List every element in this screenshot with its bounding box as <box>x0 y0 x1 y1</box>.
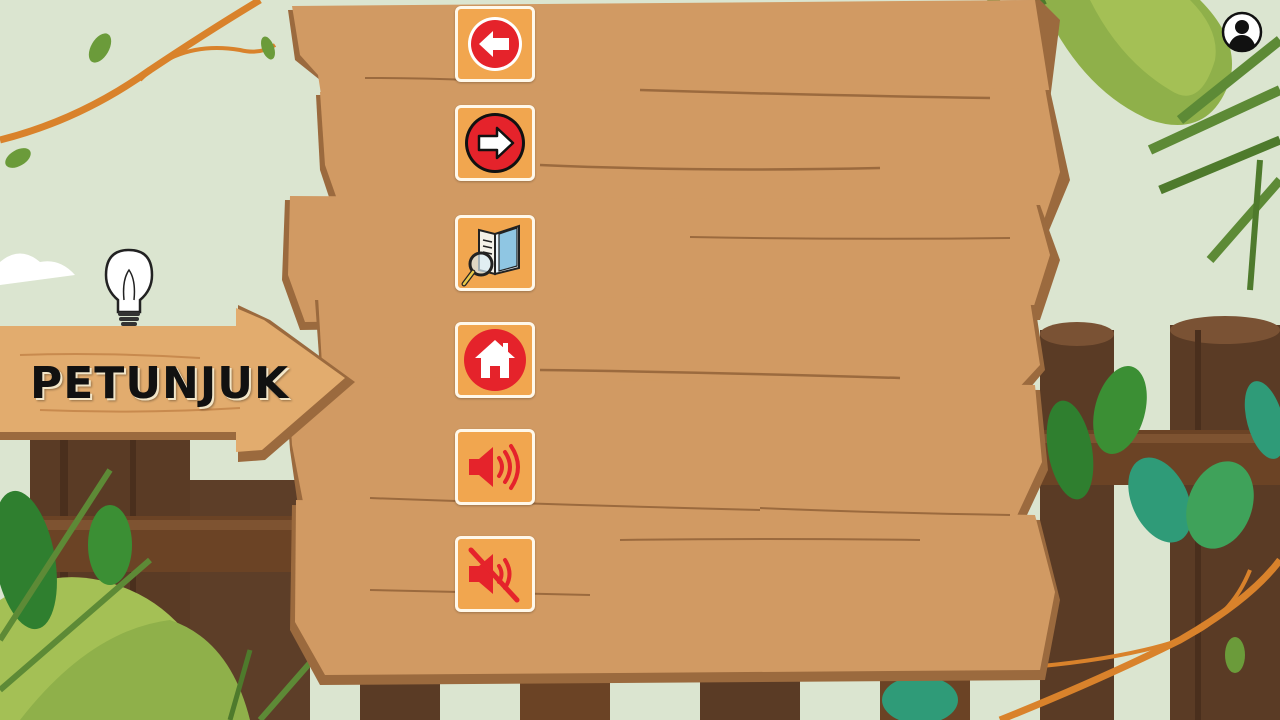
arrow-right-icon <box>465 113 525 173</box>
speaker-on-icon <box>469 444 520 490</box>
user-profile-icon <box>1221 11 1263 53</box>
next-button[interactable] <box>455 105 535 181</box>
sound-on-button[interactable] <box>455 429 535 505</box>
profile-button[interactable] <box>1221 11 1263 53</box>
home-button[interactable] <box>455 322 535 398</box>
speaker-muted-icon <box>468 547 520 603</box>
arrow-left-icon <box>468 17 522 71</box>
sound-off-button[interactable] <box>455 536 535 612</box>
petunjuk-title: PETUNJUK <box>30 358 290 409</box>
guide-button[interactable] <box>455 215 535 291</box>
home-icon <box>464 329 526 391</box>
back-button[interactable] <box>455 6 535 82</box>
book-magnifier-icon <box>461 224 520 287</box>
